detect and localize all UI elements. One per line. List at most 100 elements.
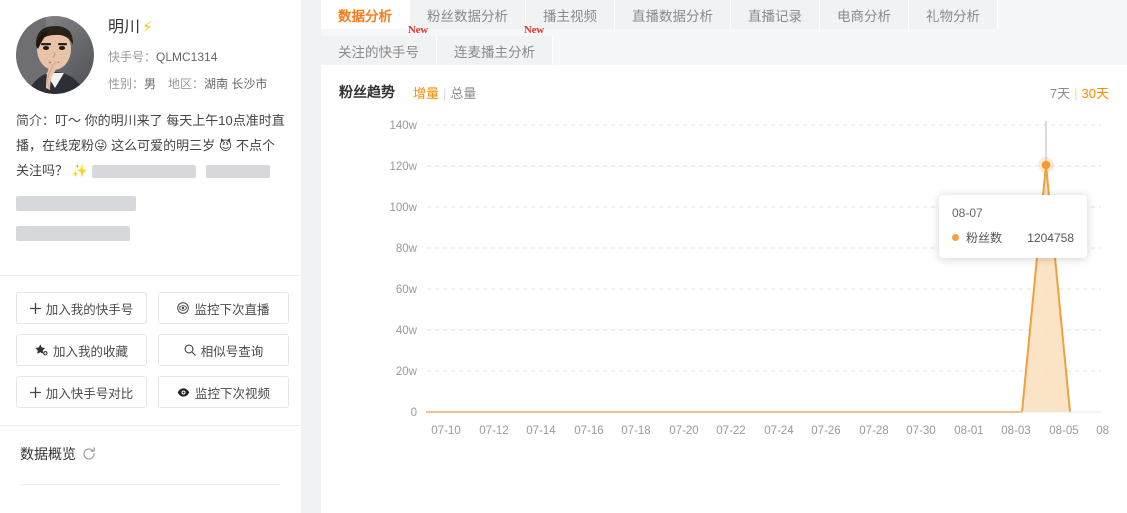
svg-text:08-07: 08-07 [1096,425,1109,437]
new-badge: New [523,24,544,36]
button-label: 加入快手号对比 [45,386,134,401]
search-icon [184,344,196,356]
add-to-my-kuaishou-button[interactable]: 加入我的快手号 [16,292,147,324]
svg-text:07-10: 07-10 [431,425,460,437]
data-overview-section: 数据概览 [0,425,301,485]
sidebar-action-buttons: 加入我的快手号 监控下次直播 加入我的收藏 相似号查询 加入快手号对比 监控下次… [0,276,301,408]
lightning-icon: ⚡ [142,19,153,36]
profile-nickname: 明川 [108,19,141,36]
svg-text:07-18: 07-18 [621,425,650,437]
profile-sidebar: 明川 ⚡ 快手号：QLMC1314 性别：男 地区：湖南 长沙市 简介：叮～ 你的… [0,0,301,513]
data-overview-header: 数据概览 [20,444,281,464]
kuaishou-id-value: QLMC1314 [156,50,218,64]
fan-trend-chart[interactable]: 140w 120w 100w 80w 60w 40w 20w 0 07-10 0… [339,111,1110,471]
svg-text:08-05: 08-05 [1049,425,1078,437]
chart-svg: 140w 120w 100w 80w 60w 40w 20w 0 07-10 0… [390,120,1110,437]
redacted-text [91,165,196,179]
tab-co-host-analysis[interactable]: 连麦播主分析 New [437,24,553,65]
fan-trend-card: 粉丝趋势 增量 | 总量 7天 | 30天 140w 120w 100w 80w… [321,65,1127,513]
star-add-icon [35,344,48,356]
svg-text:07-28: 07-28 [859,425,888,437]
new-badge: New [969,0,989,2]
tab-row-filler [553,36,1127,65]
svg-text:60w: 60w [396,284,418,296]
tab-bar: 数据分析 粉丝数据分析 播主视频 直播数据分析 New 直播记录 New 电商分 [321,0,1127,65]
tab-live-records[interactable]: 直播记录 New [731,0,820,29]
profile-nickname-row: 明川 ⚡ [108,18,267,38]
tab-label: 连麦播主分析 [454,44,535,60]
refresh-icon[interactable] [82,447,96,461]
monitor-next-video-button[interactable]: 监控下次视频 [158,376,289,408]
tab-gift-analysis[interactable]: 礼物分析 New [909,0,998,29]
redacted-text [16,226,130,242]
new-badge: New [702,0,722,2]
eye-icon [177,387,190,398]
gender-region-row: 性别：男 地区：湖南 长沙市 [108,76,267,92]
kuaishou-id-label: 快手号： [108,50,157,64]
separator: | [443,85,447,101]
intro-label: 简介： [16,113,56,128]
chart-highlight-point [1041,160,1051,170]
button-label: 监控下次直播 [194,302,270,317]
tab-label: 电商分析 [837,8,891,24]
range-30d-option[interactable]: 30天 [1082,86,1109,101]
main-panel: 数据分析 粉丝数据分析 播主视频 直播数据分析 New 直播记录 New 电商分 [321,0,1127,513]
svg-text:140w: 140w [390,120,418,132]
redacted-text [16,196,136,212]
gender-value: 男 [144,77,157,91]
tab-data-analysis[interactable]: 数据分析 [321,0,410,29]
tab-label: 粉丝数据分析 [427,8,508,24]
svg-text:08-01: 08-01 [954,425,983,437]
svg-text:20w: 20w [396,366,418,378]
avatar [16,16,94,94]
button-label: 加入我的快手号 [45,302,134,317]
tab-label: 礼物分析 [926,8,980,24]
svg-text:0: 0 [411,407,417,419]
svg-text:07-24: 07-24 [764,425,794,437]
profile-block: 明川 ⚡ 快手号：QLMC1314 性别：男 地区：湖南 长沙市 简介：叮～ 你的… [0,0,301,276]
add-to-favorites-button[interactable]: 加入我的收藏 [16,334,147,366]
similar-account-search-button[interactable]: 相似号查询 [158,334,289,366]
tab-label: 播主视频 [543,8,597,24]
add-to-compare-button[interactable]: 加入快手号对比 [16,376,147,408]
eye-circle-icon [177,302,190,314]
redacted-text [205,165,270,179]
range-7d-option[interactable]: 7天 [1050,86,1070,101]
tab-label: 数据分析 [338,8,392,24]
y-axis-labels: 140w 120w 100w 80w 60w 40w 20w 0 [390,120,418,419]
svg-text:07-30: 07-30 [906,425,935,437]
region-value: 湖南 长沙市 [204,77,268,91]
svg-text:07-20: 07-20 [669,425,698,437]
x-axis-labels: 07-10 07-12 07-14 07-16 07-18 07-20 07-2… [431,425,1109,437]
svg-text:07-16: 07-16 [574,425,603,437]
svg-text:07-14: 07-14 [526,425,556,437]
redacted-line [16,225,285,243]
tab-ecommerce-analysis[interactable]: 电商分析 New [820,0,909,29]
tab-followed-accounts[interactable]: 关注的快手号 New [321,24,437,65]
redacted-line [16,195,285,213]
button-label: 相似号查询 [200,344,264,359]
tab-live-data-analysis[interactable]: 直播数据分析 New [615,0,731,29]
svg-text:08-03: 08-03 [1001,425,1030,437]
tab-label: 直播数据分析 [632,8,713,24]
kuaishou-id-row: 快手号：QLMC1314 [108,49,267,65]
plus-icon [29,302,41,314]
metric-increment-option[interactable]: 增量 [413,86,439,101]
metric-total-option[interactable]: 总量 [450,86,476,101]
svg-text:07-12: 07-12 [479,425,508,437]
svg-text:100w: 100w [390,202,418,214]
svg-text:80w: 80w [396,243,418,255]
chart-header: 粉丝趋势 增量 | 总量 7天 | 30天 [339,65,1109,111]
tab-label: 关注的快手号 [338,44,419,60]
tab-label: 直播记录 [748,8,802,24]
monitor-next-live-button[interactable]: 监控下次直播 [158,292,289,324]
svg-text:07-26: 07-26 [811,425,840,437]
separator: | [1074,85,1078,101]
new-badge: New [791,0,811,2]
new-badge: New [880,0,900,2]
svg-text:07-22: 07-22 [716,425,745,437]
button-label: 监控下次视频 [194,386,270,401]
metric-switch: 增量 | 总量 [413,83,476,102]
new-badge: New [407,24,428,36]
tab-row-primary: 数据分析 粉丝数据分析 播主视频 直播数据分析 New 直播记录 New 电商分 [321,0,1127,29]
